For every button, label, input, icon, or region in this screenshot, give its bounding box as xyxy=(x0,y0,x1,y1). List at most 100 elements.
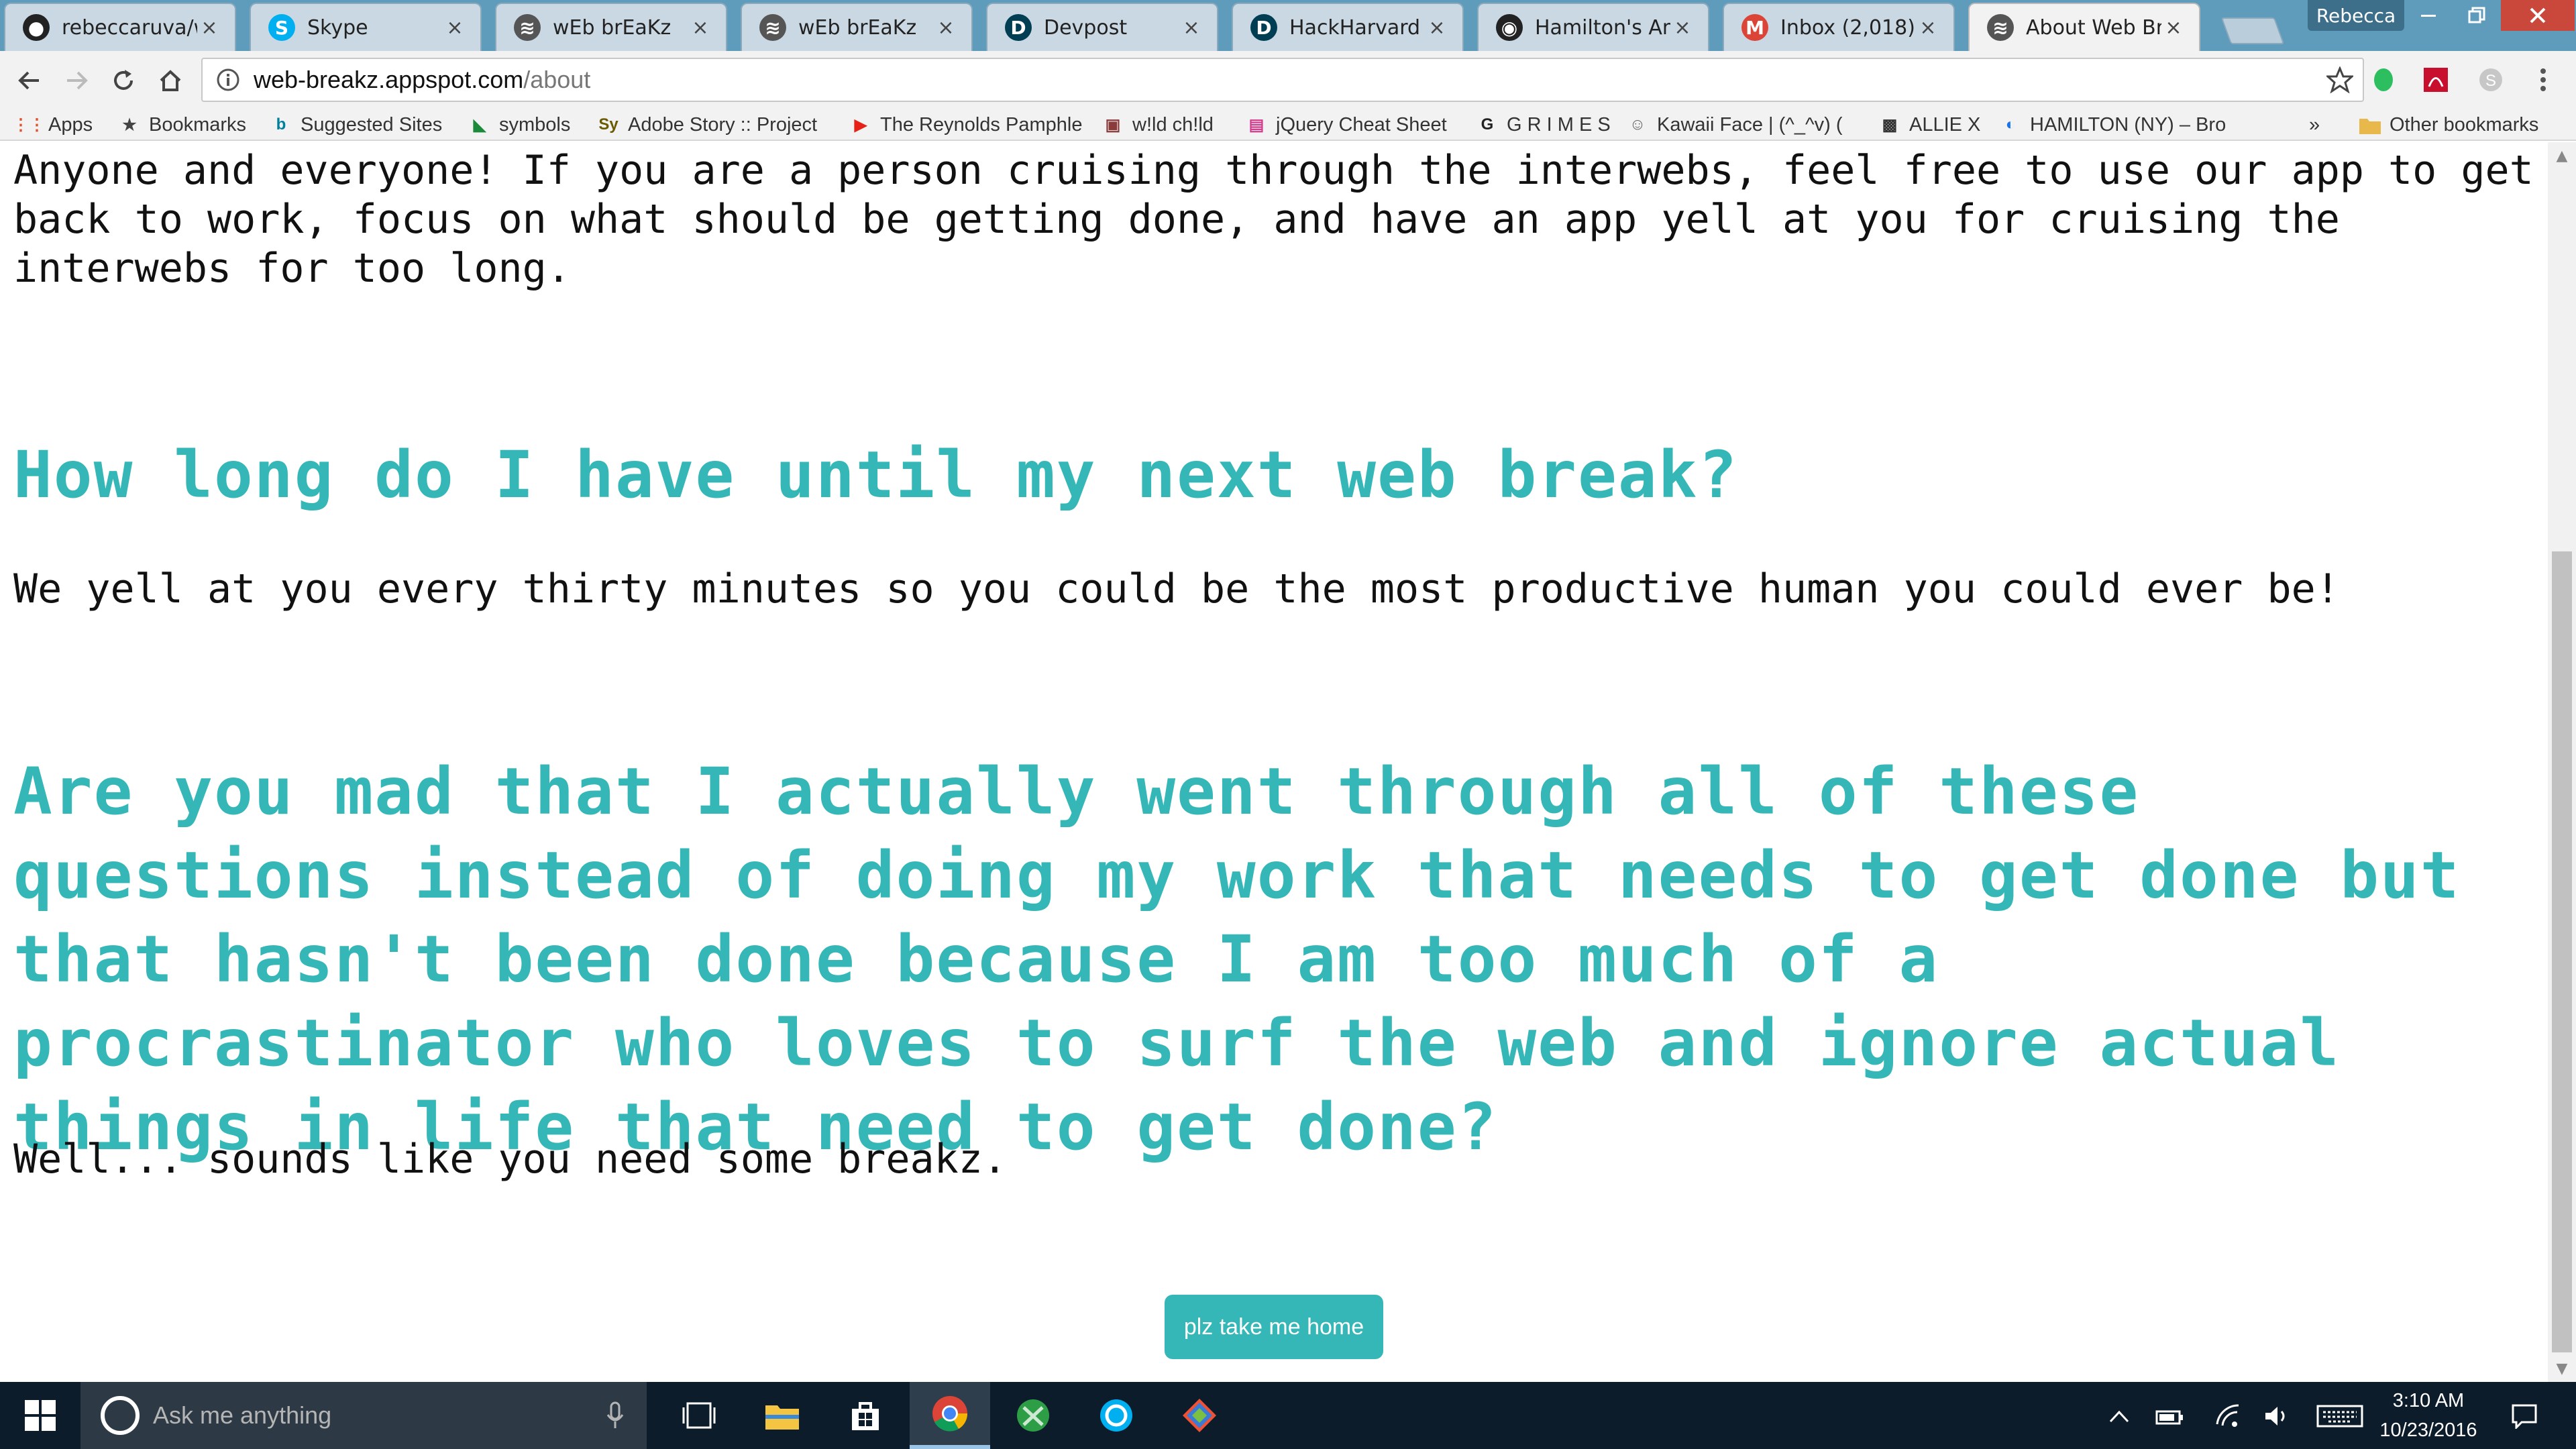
tab-close-icon[interactable]: × xyxy=(1425,16,1449,40)
bookmark-item[interactable]: ▤ jQuery Cheat Sheet xyxy=(1245,111,1447,138)
browser-tab[interactable]: ≋ About Web Bre × xyxy=(1968,3,2200,51)
adobe-pdf-extension-icon[interactable] xyxy=(2420,64,2451,95)
task-view-icon xyxy=(682,1402,716,1429)
browser-tab[interactable]: D Devpost × xyxy=(986,3,1218,51)
home-nav-button[interactable] xyxy=(150,60,191,101)
wifi-icon: ≋ xyxy=(514,14,541,41)
home-icon xyxy=(160,70,181,91)
scrollbar-thumb[interactable] xyxy=(2552,551,2572,1352)
chrome-taskbar-button[interactable] xyxy=(910,1382,990,1449)
task-view-button[interactable] xyxy=(659,1382,739,1449)
genius-g-icon: G xyxy=(1481,115,1494,133)
scroll-down-arrow-icon[interactable]: ▼ xyxy=(2548,1355,2576,1382)
chrome-menu-icon[interactable] xyxy=(2528,64,2559,95)
answer-paragraph-2: Well... sounds like you need some breakz… xyxy=(13,1136,1008,1183)
youtube-icon: ▶ xyxy=(854,115,867,134)
browser-tab[interactable]: ◉ Hamilton's Ame× xyxy=(1477,3,1709,51)
store-taskbar-button[interactable] xyxy=(825,1382,906,1449)
scroll-up-arrow-icon[interactable]: ▲ xyxy=(2548,142,2576,169)
bookmark-label: symbols xyxy=(499,113,571,136)
tab-close-icon[interactable]: × xyxy=(197,16,221,40)
minimize-icon xyxy=(2421,15,2436,17)
wifi-tray-icon[interactable] xyxy=(2210,1399,2246,1433)
git-client-icon xyxy=(1183,1399,1216,1432)
bookmark-item[interactable]: Sy Adobe Story :: Project xyxy=(597,111,817,138)
reload-icon xyxy=(114,70,133,90)
image-icon: ▣ xyxy=(1105,115,1121,134)
browser-tab[interactable]: M Inbox (2,018) - R× xyxy=(1723,3,1955,51)
restore-button[interactable] xyxy=(2453,0,2501,31)
show-hidden-icons-chevron-icon[interactable] xyxy=(2101,1399,2137,1433)
bookmark-label: G R I M E S xyxy=(1507,113,1611,136)
windows-logo-icon xyxy=(25,1400,56,1431)
browser-tab[interactable]: D HackHarvard 20× xyxy=(1232,3,1464,51)
bookmarks-bar: ⋮⋮ Apps ★ Bookmarks b Suggested Sites ◣ symbols… xyxy=(0,109,2576,141)
bookmark-item[interactable]: ☺ Kawaii Face | (^_^v) ( xyxy=(1626,111,1843,138)
evernote-extension-icon[interactable] xyxy=(2368,64,2399,95)
clock-date: 10/23/2016 xyxy=(2379,1419,2477,1441)
bookmark-item[interactable]: ★ Bookmarks xyxy=(118,111,246,138)
bookmark-item[interactable]: ▩ ALLIE X xyxy=(1878,111,1981,138)
tab-close-icon[interactable]: × xyxy=(1670,16,1695,40)
other-bookmarks-folder[interactable]: Other bookmarks xyxy=(2359,111,2538,138)
bookmark-label: The Reynolds Pamphle xyxy=(880,113,1083,136)
bookmark-label: Apps xyxy=(48,113,93,136)
volume-icon[interactable] xyxy=(2259,1399,2296,1433)
bookmarks-overflow-button[interactable]: » xyxy=(2309,111,2320,138)
page-scrollbar[interactable]: ▲ ▼ xyxy=(2548,142,2576,1382)
profile-button[interactable]: Rebecca xyxy=(2308,0,2404,31)
chrome-icon xyxy=(932,1396,968,1432)
close-icon xyxy=(2530,7,2546,23)
git-client-taskbar-button[interactable] xyxy=(1159,1382,1240,1449)
skype-extension-icon[interactable]: S xyxy=(2475,64,2506,95)
devpost-icon: D xyxy=(1005,14,1032,41)
windows-taskbar: Ask me anything 3:10 AM 10/23/2016 xyxy=(0,1382,2576,1449)
bing-icon: b xyxy=(276,115,286,133)
file-explorer-taskbar-button[interactable] xyxy=(742,1382,822,1449)
back-button[interactable] xyxy=(9,60,50,101)
window-close-button[interactable] xyxy=(2501,0,2575,31)
tab-close-icon[interactable]: × xyxy=(688,16,712,40)
taskbar-clock[interactable]: 3:10 AM 10/23/2016 xyxy=(2348,1382,2509,1449)
bookmark-item[interactable]: ⋮⋮ Apps xyxy=(13,111,93,138)
start-button[interactable] xyxy=(0,1382,80,1449)
tab-close-icon[interactable]: × xyxy=(443,16,467,40)
wifi-icon: ≋ xyxy=(759,14,786,41)
xbox-taskbar-button[interactable] xyxy=(993,1382,1073,1449)
tab-title: Inbox (2,018) - R xyxy=(1780,15,1916,40)
cortana-search-box[interactable]: Ask me anything xyxy=(80,1382,647,1449)
tab-close-icon[interactable]: × xyxy=(1916,16,1940,40)
tab-title: rebeccaruva/we xyxy=(62,15,197,40)
new-tab-button[interactable] xyxy=(2220,17,2285,44)
bookmark-item[interactable]: ▶ The Reynolds Pamphle xyxy=(849,111,1083,138)
forward-button[interactable] xyxy=(56,60,97,101)
browser-tab[interactable]: ● rebeccaruva/we× xyxy=(4,3,236,51)
allie-x-icon: ▩ xyxy=(1882,115,1898,134)
star-icon: ★ xyxy=(122,115,137,134)
bookmark-item[interactable]: ◐ HAMILTON (NY) – Bro xyxy=(1999,111,2226,138)
bookmark-label: Bookmarks xyxy=(149,113,247,136)
skype-taskbar-button[interactable] xyxy=(1076,1382,1157,1449)
take-me-home-button[interactable]: plz take me home xyxy=(1165,1295,1383,1359)
bookmark-star-icon[interactable] xyxy=(2326,66,2353,93)
battery-icon[interactable] xyxy=(2152,1399,2188,1433)
bookmark-item[interactable]: GG R I M E S xyxy=(1476,111,1611,138)
bookmark-item[interactable]: b Suggested Sites xyxy=(270,111,443,138)
bookmark-item[interactable]: ◣ symbols xyxy=(468,111,571,138)
minimize-button[interactable] xyxy=(2404,0,2453,31)
tab-close-icon[interactable]: × xyxy=(2161,16,2186,40)
bookmark-label: Adobe Story :: Project xyxy=(628,113,818,136)
reload-button[interactable] xyxy=(103,60,144,101)
browser-tab[interactable]: S Skype × xyxy=(250,3,482,51)
tab-close-icon[interactable]: × xyxy=(934,16,958,40)
back-arrow-icon xyxy=(18,71,39,90)
search-placeholder: Ask me anything xyxy=(153,1401,332,1429)
browser-tab[interactable]: ≋ wEb brEaKz × xyxy=(495,3,727,51)
tab-title: wEb brEaKz xyxy=(553,15,672,40)
tab-close-icon[interactable]: × xyxy=(1179,16,1203,40)
browser-tab[interactable]: ≋ wEb brEaKz × xyxy=(741,3,973,51)
microphone-icon[interactable] xyxy=(606,1401,624,1430)
action-center-icon[interactable] xyxy=(2506,1399,2542,1433)
bookmark-item[interactable]: ▣ w!ld ch!ld xyxy=(1102,111,1214,138)
address-bar[interactable]: web-breakz.appspot.com/about xyxy=(201,58,2364,102)
